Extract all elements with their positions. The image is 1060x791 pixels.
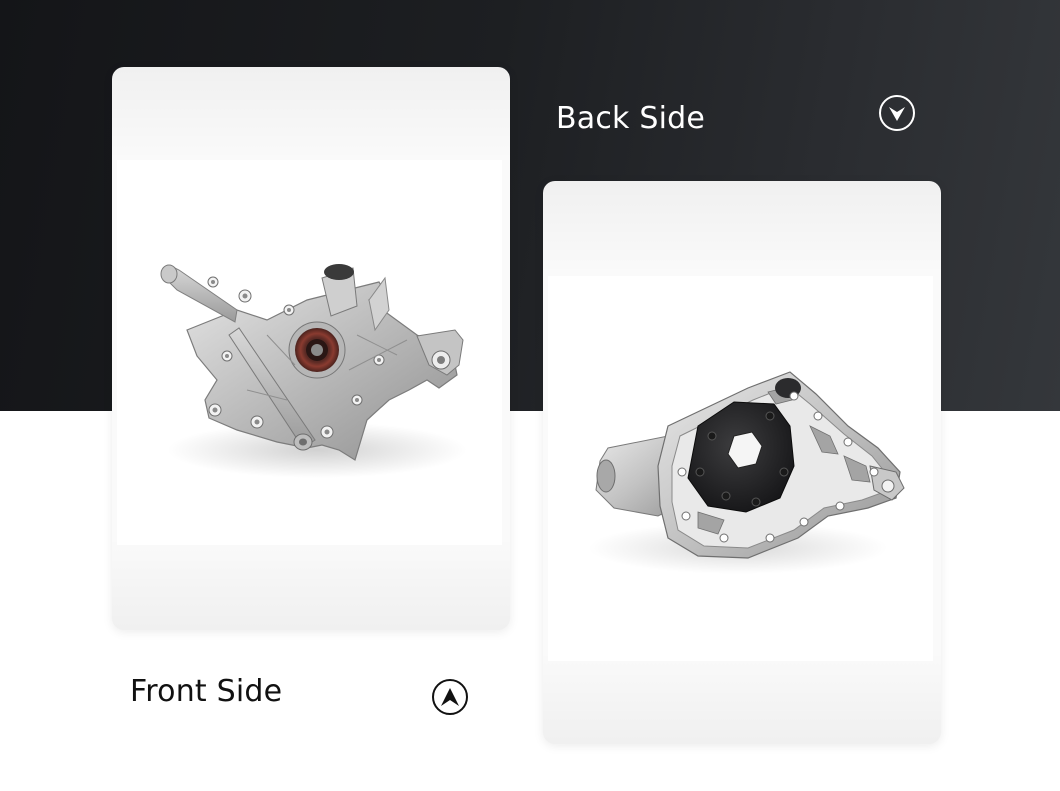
front-side-card bbox=[112, 67, 510, 630]
chevron-down-circle-icon bbox=[879, 95, 915, 131]
front-side-label: Front Side bbox=[130, 674, 283, 709]
navigation-arrow-up-circle-icon bbox=[432, 679, 468, 715]
oil-pump-front-image bbox=[117, 160, 502, 545]
back-side-label: Back Side bbox=[556, 101, 706, 136]
back-side-card bbox=[543, 181, 941, 744]
oil-pump-back-image bbox=[548, 276, 933, 661]
